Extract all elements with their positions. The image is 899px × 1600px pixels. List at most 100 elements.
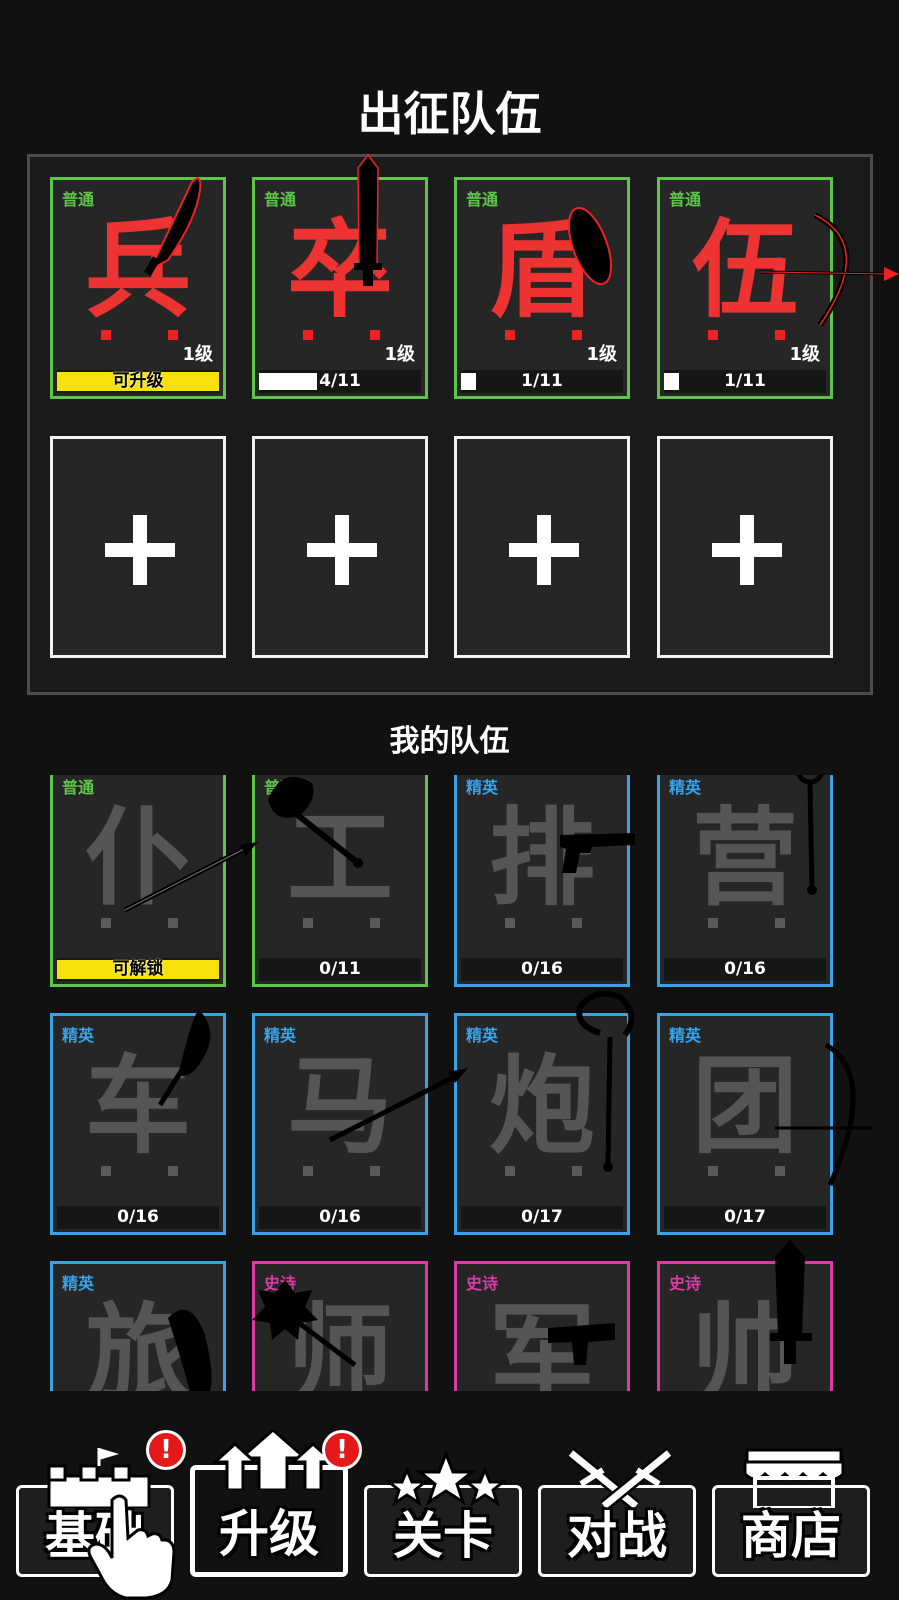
- unit-eye: [303, 918, 313, 928]
- deploy-card-zu[interactable]: 普通 卒 1级 4/11: [252, 177, 428, 399]
- unit-glyph: 盾: [489, 209, 595, 332]
- unit-eye: [775, 330, 785, 340]
- unit-eye: [708, 918, 718, 928]
- unit-level: 1级: [586, 344, 617, 365]
- roster-card-lv[interactable]: 精英 旅: [50, 1261, 226, 1391]
- empty-slot[interactable]: [50, 436, 226, 658]
- progress-bar: 可升级: [57, 370, 219, 393]
- unit-level: 1级: [384, 344, 415, 365]
- roster-card-shuai[interactable]: 史诗 帅: [657, 1261, 833, 1391]
- unit-glyph: 帅: [692, 1293, 798, 1391]
- unit-eye: [101, 1166, 111, 1176]
- unit-eye: [775, 1166, 785, 1176]
- unit-glyph: 营: [692, 797, 798, 920]
- unit-glyph: 伍: [692, 209, 798, 332]
- unit-glyph: 师: [287, 1293, 393, 1391]
- progress-bar: 0/16: [461, 958, 623, 981]
- unit-eye: [101, 918, 111, 928]
- progress-bar: 1/11: [461, 370, 623, 393]
- unit-eye: [708, 1166, 718, 1176]
- deploy-card-dun[interactable]: 普通 盾 1级 1/11: [454, 177, 630, 399]
- nav-level-label: 关卡: [393, 1507, 493, 1565]
- unit-level: 1级: [182, 344, 213, 365]
- stars-icon: [384, 1449, 508, 1507]
- unit-glyph: 排: [489, 797, 595, 920]
- progress-text: 4/11: [319, 371, 361, 391]
- nav-battle-label: 对战: [567, 1507, 667, 1565]
- progress-bar: 0/16: [664, 958, 826, 981]
- unit-glyph: 兵: [85, 209, 191, 332]
- empty-slot[interactable]: [454, 436, 630, 658]
- unit-eye: [168, 918, 178, 928]
- unit-eye: [168, 330, 178, 340]
- unit-eye: [572, 330, 582, 340]
- roster-card-ying[interactable]: 精英 营 0/16: [657, 775, 833, 987]
- nav-level-button[interactable]: 关卡: [364, 1449, 522, 1577]
- unit-eye: [370, 918, 380, 928]
- progress-text: 0/17: [724, 1207, 766, 1227]
- progress-bar: 1/11: [664, 370, 826, 393]
- my-team-title: 我的队伍: [389, 724, 510, 759]
- tap-hand-icon: [87, 1494, 176, 1600]
- nav-basic-alert-badge: !: [146, 1430, 186, 1470]
- nav-upgrade-button[interactable]: 升级: [190, 1430, 348, 1577]
- roster-card-tuan[interactable]: 精英 团 0/17: [657, 1013, 833, 1235]
- roster-card-shi[interactable]: 史诗 师: [252, 1261, 428, 1391]
- unit-eye: [505, 1166, 515, 1176]
- unit-eye: [505, 330, 515, 340]
- unit-eye: [370, 330, 380, 340]
- plus-icon: [509, 515, 579, 585]
- nav-battle-button[interactable]: 对战: [538, 1448, 696, 1577]
- roster-card-pao[interactable]: 精英 炮 0/17: [454, 1013, 630, 1235]
- nav-upgrade-label: 升级: [219, 1505, 319, 1563]
- crossed-swords-icon: [567, 1448, 673, 1508]
- deploy-card-wu[interactable]: 普通 伍 1级 1/11: [657, 177, 833, 399]
- progress-bar: 0/16: [57, 1206, 219, 1229]
- progress-text: 0/16: [521, 959, 563, 979]
- empty-slot[interactable]: [657, 436, 833, 658]
- progress-text: 1/11: [521, 371, 563, 391]
- unit-glyph: 车: [85, 1045, 191, 1168]
- unit-eye: [101, 330, 111, 340]
- roster-card-pu[interactable]: 普通 仆 可解锁: [50, 775, 226, 987]
- unit-glyph: 军: [489, 1293, 595, 1391]
- nav-shop-button[interactable]: 商店: [712, 1448, 870, 1577]
- progress-text: 0/17: [521, 1207, 563, 1227]
- unit-eye: [303, 1166, 313, 1176]
- deploy-team-title: 出征队伍: [357, 87, 542, 141]
- shop-awning-icon: [743, 1448, 845, 1508]
- progress-text: 0/16: [117, 1207, 159, 1227]
- unit-eye: [572, 1166, 582, 1176]
- progress-text: 1/11: [724, 371, 766, 391]
- unit-glyph: 炮: [489, 1045, 595, 1168]
- roster-card-ma[interactable]: 精英 马 0/16: [252, 1013, 428, 1235]
- unit-eye: [572, 918, 582, 928]
- progress-text: 可升级: [112, 371, 164, 391]
- unit-glyph: 仆: [85, 797, 191, 920]
- plus-icon: [712, 515, 782, 585]
- empty-slot[interactable]: [252, 436, 428, 658]
- plus-icon: [105, 515, 175, 585]
- deploy-card-bing[interactable]: 普通 兵 1级 可升级: [50, 177, 226, 399]
- progress-text: 0/16: [724, 959, 766, 979]
- unit-eye: [505, 918, 515, 928]
- unit-eye: [775, 918, 785, 928]
- unit-eye: [708, 330, 718, 340]
- progress-text: 0/16: [319, 1207, 361, 1227]
- unit-eye: [303, 330, 313, 340]
- progress-bar: 0/16: [259, 1206, 421, 1229]
- plus-icon: [307, 515, 377, 585]
- progress-text: 可解锁: [112, 959, 164, 979]
- roster-card-gong[interactable]: 普通 工 0/11: [252, 775, 428, 987]
- unit-glyph: 马: [287, 1045, 393, 1168]
- roster-card-pai[interactable]: 精英 排 0/16: [454, 775, 630, 987]
- roster-card-jun[interactable]: 史诗 军: [454, 1261, 630, 1391]
- my-team-list[interactable]: 普通 仆 可解锁 普通 工 0/11 精英 排 0/16 精英 营 0/16 精…: [0, 775, 899, 1391]
- progress-bar: 0/11: [259, 958, 421, 981]
- unit-glyph: 旅: [85, 1293, 191, 1391]
- progress-bar: 0/17: [461, 1206, 623, 1229]
- progress-bar: 可解锁: [57, 958, 219, 981]
- nav-shop-label: 商店: [741, 1507, 841, 1565]
- unit-glyph: 团: [692, 1045, 798, 1168]
- roster-card-che[interactable]: 精英 车 0/16: [50, 1013, 226, 1235]
